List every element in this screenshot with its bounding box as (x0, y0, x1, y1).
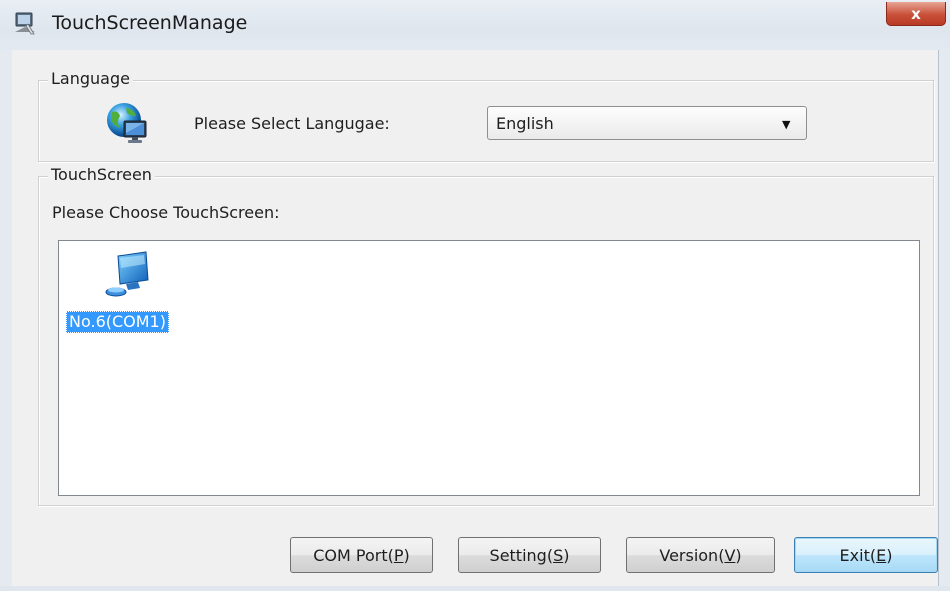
window-frame-bottom (0, 586, 950, 591)
version-button-text: Version( (659, 545, 725, 565)
close-button[interactable]: x (886, 2, 946, 26)
touchscreen-group-legend: TouchScreen (48, 165, 155, 184)
globe-computer-icon (107, 103, 147, 143)
setting-button[interactable]: Setting(S) (458, 537, 601, 573)
setting-button-close: ) (563, 545, 570, 565)
touchscreen-listview[interactable] (58, 240, 920, 496)
setting-button-text: Setting( (489, 545, 554, 565)
setting-button-accelerator: S (553, 545, 564, 565)
window-title: TouchScreenManage (52, 12, 248, 34)
exit-button[interactable]: Exit(E) (794, 537, 938, 573)
list-item-device[interactable]: No.6(COM1) (66, 311, 169, 333)
com-port-button[interactable]: COM Port(P) (290, 537, 433, 573)
app-icon (15, 12, 35, 35)
window-frame-right (938, 50, 950, 591)
language-select-value: English (496, 114, 554, 133)
exit-button-text: Exit( (839, 545, 877, 565)
version-button-accelerator: V (724, 545, 736, 565)
exit-button-close: ) (886, 545, 893, 565)
language-group-legend: Language (48, 69, 133, 88)
computer-monitor-icon[interactable] (102, 250, 154, 302)
com-port-button-text: COM Port( (313, 545, 394, 565)
close-icon: x (911, 4, 921, 23)
touchscreen-prompt-label: Please Choose TouchScreen: (52, 203, 280, 222)
version-button-close: ) (735, 545, 742, 565)
exit-button-accelerator: E (876, 545, 887, 565)
version-button[interactable]: Version(V) (626, 537, 775, 573)
chevron-down-icon[interactable]: ▼ (782, 118, 790, 131)
com-port-button-accelerator: P (393, 545, 404, 565)
language-prompt-label: Please Select Langugae: (194, 114, 390, 133)
com-port-button-close: ) (403, 545, 410, 565)
